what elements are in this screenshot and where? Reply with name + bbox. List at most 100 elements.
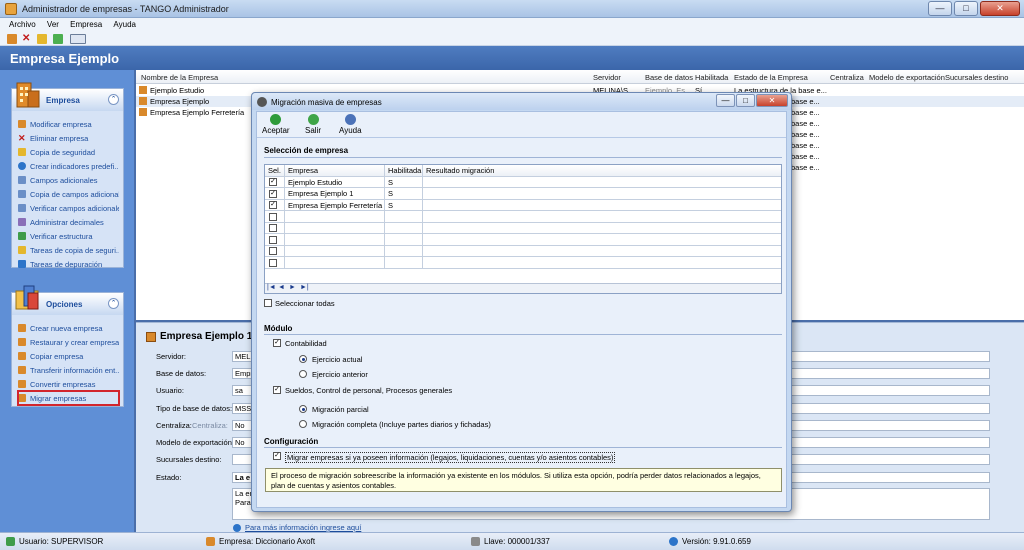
copia-seguridad-link[interactable]: Copia de seguridad — [18, 145, 119, 159]
migracion-completa-radio[interactable] — [299, 420, 307, 428]
cell-habilitada[interactable] — [385, 245, 423, 257]
cell-habilitada[interactable]: S — [385, 176, 423, 188]
table-row[interactable] — [265, 234, 781, 246]
maximize-button[interactable]: □ — [954, 1, 978, 16]
cell-resultado[interactable] — [423, 211, 781, 223]
cell-resultado[interactable] — [423, 188, 781, 200]
cell-empresa[interactable]: Ejemplo Estudio — [285, 176, 385, 188]
col-habilitada[interactable]: Habilitada — [385, 165, 423, 177]
verificar-campos-link[interactable]: Verificar campos adicionales — [18, 201, 119, 215]
contabilidad-checkbox[interactable]: ✓ — [273, 339, 281, 347]
aceptar-button[interactable]: Aceptar — [262, 114, 290, 135]
menu-ver[interactable]: Ver — [47, 20, 59, 29]
cell-resultado[interactable] — [423, 246, 781, 258]
ejercicio-anterior-radio[interactable] — [299, 370, 307, 378]
dialog-minimize-button[interactable]: — — [716, 94, 735, 107]
verificar-estructura-link[interactable]: Verificar estructura — [18, 229, 119, 243]
migrar-empresas-link[interactable]: Migrar empresas — [17, 390, 120, 406]
copiar-empresa-link[interactable]: Copiar empresa — [18, 349, 119, 363]
dialog-maximize-button[interactable]: □ — [736, 94, 755, 107]
cell-sel[interactable] — [265, 211, 285, 223]
eliminar-empresa-link[interactable]: ✕ Eliminar empresa — [18, 131, 119, 145]
migracion-parcial-radio[interactable] — [299, 405, 307, 413]
row-select-checkbox[interactable]: ✓ — [269, 189, 277, 198]
administrar-decimales-link[interactable]: Administrar decimales — [18, 215, 119, 229]
nav-last-button[interactable]: ►| — [300, 284, 309, 291]
row-select-checkbox[interactable]: ✓ — [269, 178, 277, 186]
table-row[interactable] — [265, 222, 781, 235]
cell-resultado[interactable] — [423, 177, 781, 189]
col-sel[interactable]: Sel. — [265, 165, 285, 177]
backup-icon[interactable] — [37, 34, 47, 44]
cell-empresa[interactable] — [285, 234, 385, 246]
chevron-up-icon[interactable]: ⌃ — [108, 298, 119, 309]
table-row[interactable] — [265, 245, 781, 258]
col-servidor[interactable]: Servidor — [593, 73, 621, 82]
col-centraliza[interactable]: Centraliza — [830, 73, 864, 82]
crear-indicadores-link[interactable]: Crear indicadores predefi... — [18, 159, 119, 173]
row-select-checkbox[interactable]: ✓ — [269, 201, 277, 209]
chevron-up-icon[interactable]: ⌃ — [108, 94, 119, 105]
cell-empresa[interactable] — [285, 211, 385, 223]
row-select-checkbox[interactable] — [269, 247, 277, 255]
copia-campos-link[interactable]: Copia de campos adicionales — [18, 187, 119, 201]
table-row[interactable] — [265, 211, 781, 223]
transferir-informacion-link[interactable]: Transferir información ent... — [18, 363, 119, 377]
salir-button[interactable]: Salir — [305, 114, 321, 135]
cell-sel[interactable] — [265, 257, 285, 269]
menu-ayuda[interactable]: Ayuda — [113, 20, 136, 29]
cell-resultado[interactable] — [423, 200, 781, 212]
cell-empresa[interactable] — [285, 245, 385, 257]
ejercicio-actual-radio[interactable] — [299, 355, 307, 363]
table-row[interactable]: ✓ Empresa Ejemplo Ferretería 2S — [265, 199, 781, 212]
restaurar-empresa-link[interactable]: Restaurar y crear empresa — [18, 335, 119, 349]
col-base-datos[interactable]: Base de datos — [645, 73, 693, 82]
table-row[interactable] — [265, 257, 781, 269]
ayuda-button[interactable]: Ayuda — [339, 114, 362, 135]
delete-icon[interactable]: ✕ — [22, 34, 32, 44]
cell-resultado[interactable] — [423, 234, 781, 246]
cell-habilitada[interactable] — [385, 211, 423, 223]
row-select-checkbox[interactable] — [269, 235, 277, 244]
cell-sel[interactable]: ✓ — [265, 188, 285, 200]
minimize-button[interactable]: — — [928, 1, 952, 16]
cell-habilitada[interactable]: S — [385, 188, 423, 200]
tareas-copia-link[interactable]: Tareas de copia de seguri... — [18, 243, 119, 257]
cell-empresa[interactable]: Empresa Ejemplo 1 — [285, 188, 385, 200]
migrar-si-checkbox[interactable]: ✓ — [273, 452, 281, 460]
cell-sel[interactable] — [265, 245, 285, 257]
table-row[interactable]: ✓ Empresa Ejemplo 1S — [265, 188, 781, 200]
col-estado[interactable]: Estado de la Empresa — [734, 73, 808, 82]
col-habilitada[interactable]: Habilitada — [695, 73, 728, 82]
convertir-empresas-link[interactable]: Convertir empresas — [18, 377, 119, 391]
nav-first-button[interactable]: |◄ — [267, 284, 276, 291]
col-sucursales[interactable]: Sucursales destino — [945, 73, 1008, 82]
table-row[interactable]: ✓ Ejemplo Estudio S — [265, 176, 781, 189]
campos-adicionales-link[interactable]: Campos adicionales — [18, 173, 119, 187]
close-button[interactable]: ✕ — [980, 1, 1020, 16]
col-resultado[interactable]: Resultado migración — [423, 165, 781, 177]
cell-sel[interactable]: ✓ — [265, 199, 285, 211]
row-select-checkbox[interactable] — [269, 212, 277, 221]
cell-habilitada[interactable] — [385, 222, 423, 234]
cell-resultado[interactable] — [423, 257, 781, 269]
nav-next-button[interactable]: ► — [289, 284, 296, 291]
dialog-close-button[interactable]: ✕ — [756, 94, 788, 107]
cell-habilitada[interactable]: S — [385, 199, 423, 211]
col-empresa[interactable]: Empresa — [285, 165, 385, 177]
cell-empresa[interactable]: Empresa Ejemplo Ferretería 2 — [285, 199, 385, 211]
modificar-empresa-link[interactable]: Modificar empresa — [18, 117, 119, 131]
edit-company-icon[interactable] — [7, 34, 17, 44]
seleccionar-todas-checkbox[interactable] — [264, 299, 272, 307]
menu-archivo[interactable]: Archivo — [9, 20, 36, 29]
col-modelo-exportacion[interactable]: Modelo de exportación — [869, 73, 945, 82]
refresh-icon[interactable] — [53, 34, 63, 44]
cell-empresa[interactable] — [285, 257, 385, 269]
cell-sel[interactable]: ✓ — [265, 176, 285, 188]
cell-sel[interactable] — [265, 234, 285, 246]
menu-empresa[interactable]: Empresa — [70, 20, 102, 29]
sueldos-checkbox[interactable]: ✓ — [273, 386, 281, 394]
tareas-depuracion-link[interactable]: Tareas de depuración — [18, 257, 119, 271]
cell-habilitada[interactable] — [385, 257, 423, 269]
cell-resultado[interactable] — [423, 223, 781, 235]
